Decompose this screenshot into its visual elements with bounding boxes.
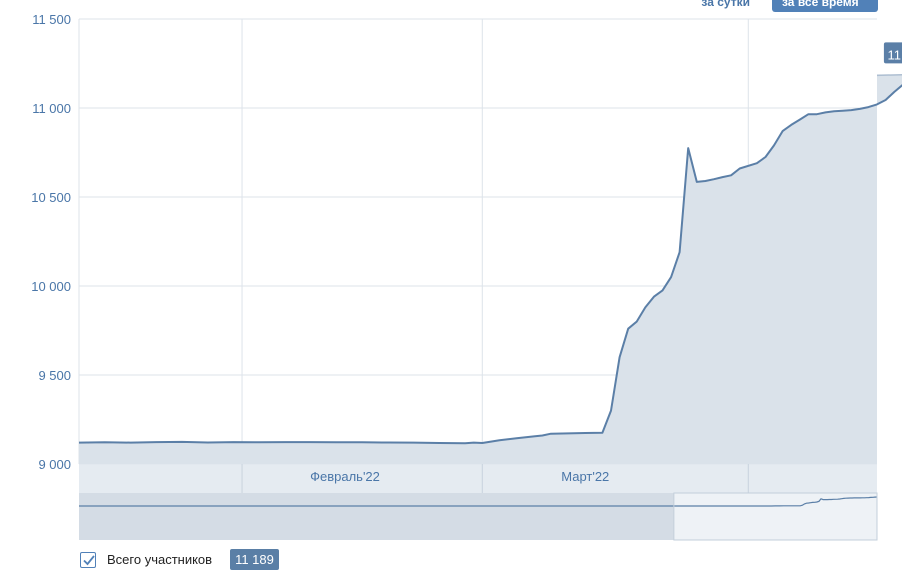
checkmark-icon — [83, 554, 95, 565]
series-toggle-checkbox[interactable] — [80, 551, 96, 568]
legend-label: Всего участников — [107, 552, 213, 567]
y-tick-label: 10 500 — [31, 190, 71, 205]
y-tick-label: 9 500 — [38, 368, 71, 383]
members-chart: 9 000 9 500 10 000 10 500 11 000 11 500 Феврал… — [31, 12, 902, 541]
value-tooltip-label: 11 189 — [888, 47, 902, 62]
navigator-unselected-mask — [79, 493, 674, 540]
y-tick-label: 10 000 — [31, 279, 71, 294]
y-tick-label: 11 000 — [32, 101, 71, 116]
y-tick-label: 9 000 — [38, 457, 71, 472]
x-tick-label: Март'22 — [561, 469, 609, 484]
legend-value-badge: 11 189 — [230, 549, 279, 570]
legend: Всего участников 11 189 — [80, 549, 279, 570]
x-tick-label: Февраль'22 — [310, 469, 380, 484]
x-axis-band — [79, 464, 877, 493]
y-tick-label: 11 500 — [32, 12, 71, 27]
